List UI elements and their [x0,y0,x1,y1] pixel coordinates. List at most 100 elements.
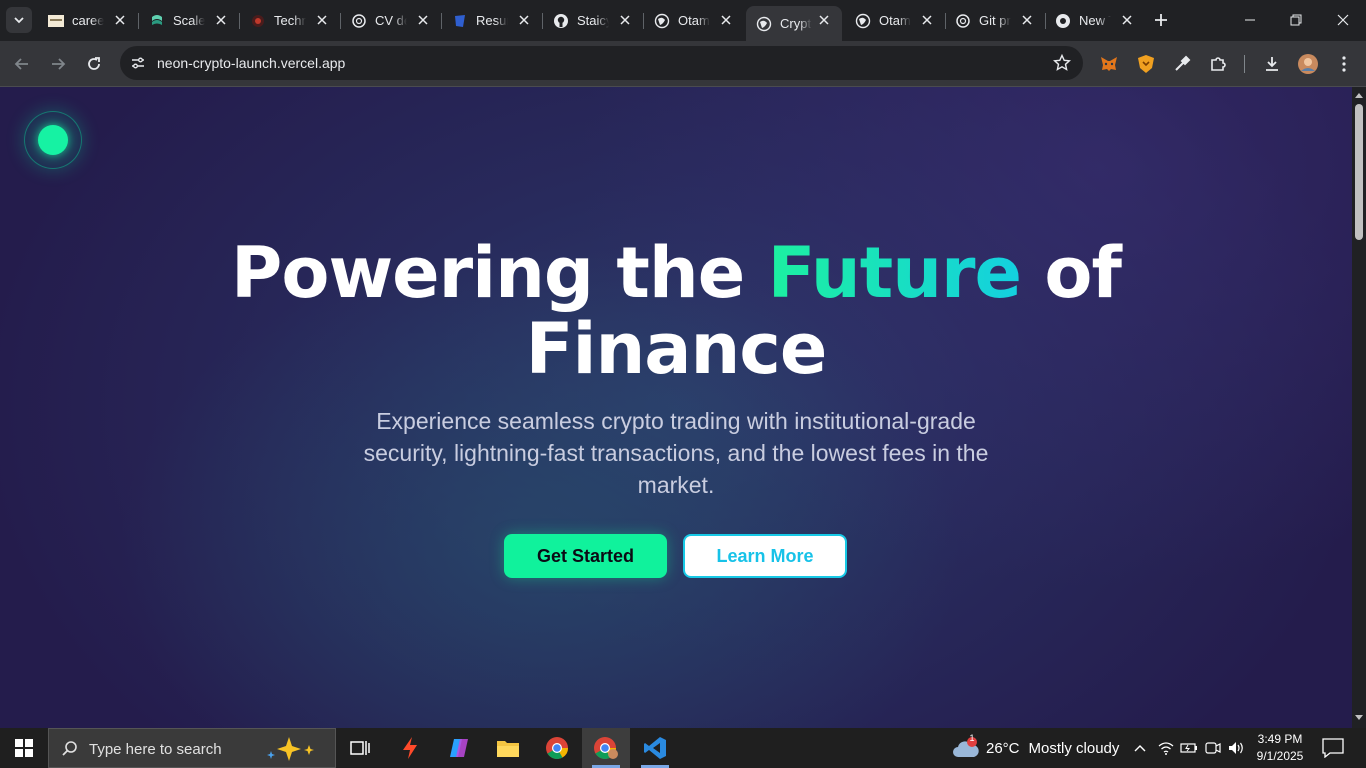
careers-favicon-icon [48,13,64,29]
chrome-icon [1055,13,1071,29]
tab-technical[interactable]: Technical [240,6,341,35]
forward-button[interactable] [44,50,72,78]
eyedropper-extension-icon[interactable] [1171,53,1193,75]
taskbar-app-chrome-profile[interactable] [582,728,630,768]
taskbar-app-lightning[interactable] [386,728,434,768]
close-icon[interactable] [415,12,431,28]
resume-favicon-icon [452,13,468,29]
scroll-thumb[interactable] [1355,104,1363,240]
tab-git-pr[interactable]: Git pr [945,6,1046,35]
close-icon [1337,14,1349,26]
restore-icon [1290,14,1302,26]
learn-more-button[interactable]: Learn More [683,534,847,578]
search-icon [62,741,77,756]
windows-taskbar: Type here to search 1 26°C Mostly cloudy [0,728,1366,768]
weather-desc: Mostly cloudy [1028,739,1120,757]
close-icon[interactable] [718,12,734,28]
chevron-up-icon [1134,745,1146,752]
hero-title-part2: of [1021,232,1122,314]
site-info-icon[interactable] [128,53,148,73]
volume-icon[interactable] [1228,739,1246,757]
close-icon[interactable] [816,12,832,28]
taskbar-search-box[interactable]: Type here to search [48,728,336,768]
notification-center-icon[interactable] [1322,738,1344,758]
close-icon[interactable] [516,12,532,28]
close-icon[interactable] [1019,12,1035,28]
shield-extension-icon[interactable] [1135,53,1157,75]
copilot-app-icon [450,739,468,757]
tab-careers[interactable]: careers [38,6,139,35]
tab-title: New Tab [1079,13,1111,28]
close-icon[interactable] [213,12,229,28]
tab-otamo[interactable]: Otamo [644,6,744,35]
extensions-puzzle-icon[interactable] [1207,53,1229,75]
folder-icon [497,741,519,757]
chrome-profile-icon [594,737,618,759]
system-clock[interactable]: 3:49 PM 9/1/2025 [1250,731,1310,765]
back-button[interactable] [8,50,36,78]
tab-title: Resume [476,13,508,28]
tech-favicon-icon [250,13,266,29]
tab-otamo-2[interactable]: Otamo [845,6,946,35]
downloads-icon[interactable] [1261,53,1283,75]
close-icon[interactable] [1119,12,1135,28]
openai-favicon-icon [955,13,971,29]
tab-crypto[interactable]: Crypto [746,6,842,41]
hero-title-accent: Future [767,232,1022,314]
tab-title: Scale AI [173,13,205,28]
github-favicon-icon [553,13,569,29]
close-icon[interactable] [617,12,633,28]
page-viewport: Powering the Future of Finance Experienc… [0,87,1352,728]
reload-button[interactable] [80,50,108,78]
taskbar-app-chrome[interactable] [533,728,581,768]
meet-now-icon[interactable] [1204,739,1222,757]
task-view-icon [350,741,370,755]
brand-logo[interactable] [24,111,82,169]
scroll-down-arrow-icon[interactable] [1355,714,1363,722]
close-icon[interactable] [919,12,935,28]
tab-title: CV design [375,13,407,28]
taskbar-app-copilot[interactable] [435,728,483,768]
scroll-up-arrow-icon[interactable] [1355,91,1363,99]
minimize-button[interactable] [1227,0,1273,40]
battery-icon[interactable] [1180,739,1198,757]
browser-menu-button[interactable] [1333,53,1355,75]
profile-avatar[interactable] [1297,53,1319,75]
tab-cv-design[interactable]: CV design [341,6,442,35]
clock-time: 3:49 PM [1257,732,1303,746]
sparkle-icon[interactable] [265,735,325,763]
get-started-button[interactable]: Get Started [504,534,667,578]
weather-widget[interactable]: 1 26°C Mostly cloudy [952,728,1119,768]
toolbar-divider [1244,55,1245,73]
taskbar-app-vscode[interactable] [631,728,679,768]
bookmark-star-icon[interactable] [1053,54,1071,72]
tab-title: Otamo [879,13,911,28]
start-button[interactable] [0,728,48,768]
close-window-button[interactable] [1320,0,1366,40]
close-icon[interactable] [314,12,330,28]
task-view-button[interactable] [336,728,384,768]
tab-scale[interactable]: Scale AI [139,6,240,35]
show-hidden-icons-button[interactable] [1131,739,1149,757]
weather-temp: 26°C [986,739,1020,757]
hero-title-part1: Powering the [231,232,768,314]
scale-favicon-icon [149,13,165,29]
tab-staicy[interactable]: Staicy [543,6,644,35]
address-bar[interactable]: neon-crypto-launch.vercel.app [120,46,1083,80]
tab-title: careers [72,13,104,28]
taskbar-app-file-explorer[interactable] [484,728,532,768]
tab-search-button[interactable] [6,7,32,33]
wifi-icon[interactable] [1157,739,1175,757]
page-scrollbar[interactable] [1352,87,1366,728]
url-text: neon-crypto-launch.vercel.app [157,55,346,71]
tab-new-tab[interactable]: New Tab [1045,6,1145,35]
metamask-extension-icon[interactable] [1098,53,1120,75]
close-icon[interactable] [112,12,128,28]
globe-icon [756,16,772,32]
new-tab-button[interactable] [1150,9,1172,31]
tab-resume[interactable]: Resume [442,6,543,35]
restore-button[interactable] [1273,0,1319,40]
browser-toolbar: neon-crypto-launch.vercel.app [0,41,1366,87]
windows-logo-icon [15,739,33,757]
globe-icon [654,13,670,29]
